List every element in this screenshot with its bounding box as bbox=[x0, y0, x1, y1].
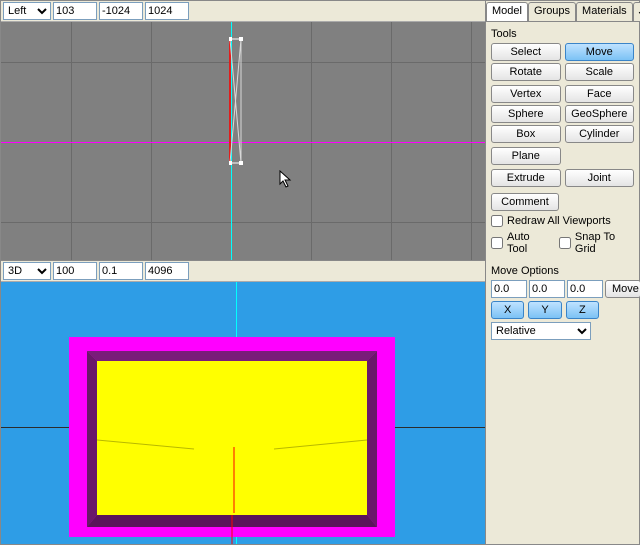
move-button[interactable]: Move bbox=[565, 43, 635, 61]
axis-x bbox=[1, 142, 485, 143]
viewport-3d-canvas[interactable] bbox=[1, 282, 485, 544]
viewport-left-mode-select[interactable]: Left bbox=[3, 2, 51, 20]
viewport-3d-mode-select[interactable]: 3D bbox=[3, 262, 51, 280]
tab-materials[interactable]: Materials bbox=[576, 2, 633, 21]
viewport-3d: 3D bbox=[1, 261, 485, 544]
extrude-button[interactable]: Extrude bbox=[491, 169, 561, 187]
properties-panel: Model Groups Materials Joints Tools Sele… bbox=[485, 1, 639, 544]
viewport-3d-val-1[interactable] bbox=[99, 262, 143, 280]
tab-model[interactable]: Model bbox=[486, 2, 528, 21]
face-button[interactable]: Face bbox=[565, 85, 635, 103]
vertex-button[interactable]: Vertex bbox=[491, 85, 561, 103]
relative-select[interactable]: Relative bbox=[491, 322, 591, 340]
axis-x-button[interactable]: X bbox=[491, 301, 524, 319]
axis-z-button[interactable]: Z bbox=[566, 301, 599, 319]
rotate-button[interactable]: Rotate bbox=[491, 63, 561, 81]
viewport-left-val-2[interactable] bbox=[145, 2, 189, 20]
viewport-left: Left bbox=[1, 1, 485, 261]
tab-joints[interactable]: Joints bbox=[633, 2, 640, 21]
geosphere-button[interactable]: GeoSphere bbox=[565, 105, 635, 123]
apply-move-button[interactable]: Move bbox=[605, 280, 640, 298]
move-x-input[interactable] bbox=[491, 280, 527, 298]
plane-button[interactable]: Plane bbox=[491, 147, 561, 165]
autotool-label: Auto Tool bbox=[507, 231, 549, 255]
viewport-left-header: Left bbox=[1, 1, 485, 22]
viewport-left-val-1[interactable] bbox=[99, 2, 143, 20]
sphere-button[interactable]: Sphere bbox=[491, 105, 561, 123]
redraw-label: Redraw All Viewports bbox=[507, 215, 611, 227]
viewport-3d-header: 3D bbox=[1, 261, 485, 282]
tools-label: Tools bbox=[491, 28, 634, 40]
snap-label: Snap To Grid bbox=[575, 231, 634, 255]
scale-button[interactable]: Scale bbox=[565, 63, 635, 81]
box-button[interactable]: Box bbox=[491, 125, 561, 143]
redraw-checkbox[interactable] bbox=[491, 215, 503, 227]
select-button[interactable]: Select bbox=[491, 43, 561, 61]
comment-button[interactable]: Comment bbox=[491, 193, 559, 211]
move-y-input[interactable] bbox=[529, 280, 565, 298]
move-z-input[interactable] bbox=[567, 280, 603, 298]
tab-groups[interactable]: Groups bbox=[528, 2, 576, 21]
viewport-3d-val-0[interactable] bbox=[53, 262, 97, 280]
joint-button[interactable]: Joint bbox=[565, 169, 635, 187]
cylinder-button[interactable]: Cylinder bbox=[565, 125, 635, 143]
selected-geometry[interactable] bbox=[229, 37, 239, 162]
axis-y-button[interactable]: Y bbox=[528, 301, 561, 319]
viewport-left-canvas[interactable] bbox=[1, 22, 485, 260]
autotool-checkbox[interactable] bbox=[491, 237, 503, 249]
box-geometry-3d[interactable] bbox=[69, 337, 395, 537]
cursor-icon bbox=[279, 170, 293, 188]
panel-tabs: Model Groups Materials Joints bbox=[486, 1, 639, 22]
viewport-left-val-0[interactable] bbox=[53, 2, 97, 20]
snap-checkbox[interactable] bbox=[559, 237, 571, 249]
move-options-label: Move Options bbox=[491, 265, 634, 277]
viewport-3d-val-2[interactable] bbox=[145, 262, 189, 280]
